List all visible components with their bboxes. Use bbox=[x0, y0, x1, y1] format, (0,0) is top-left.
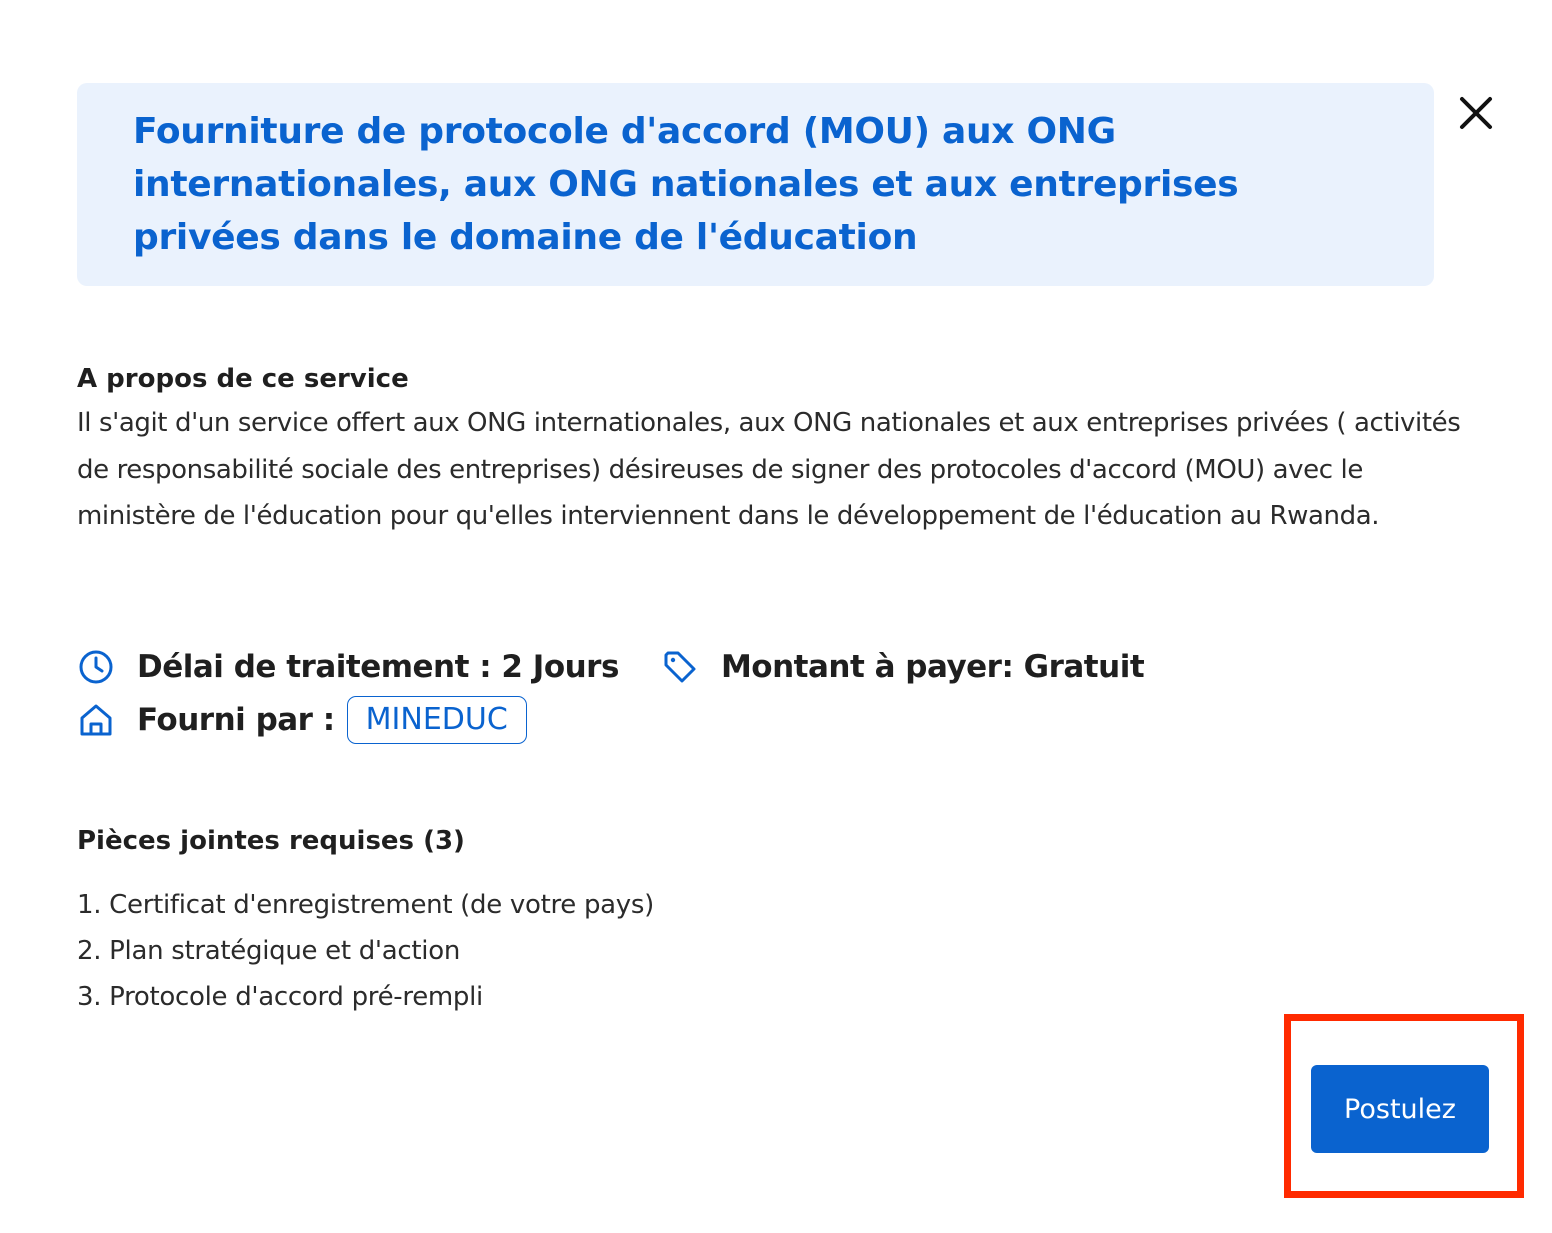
tag-icon bbox=[661, 648, 699, 686]
service-meta-row: Délai de traitement : 2 Jours Montant à … bbox=[77, 641, 1145, 693]
page-title: Fourniture de protocole d'accord (MOU) a… bbox=[133, 111, 1239, 258]
title-banner: Fourniture de protocole d'accord (MOU) a… bbox=[77, 83, 1434, 286]
list-item: 2. Plan stratégique et d'action bbox=[77, 936, 461, 966]
provider-badge[interactable]: MINEDUC bbox=[346, 696, 527, 744]
list-item: 3. Protocole d'accord pré-rempli bbox=[77, 982, 483, 1012]
attachments-heading: Pièces jointes requises (3) bbox=[77, 826, 465, 856]
about-description: Il s'agit d'un service offert aux ONG in… bbox=[77, 408, 1461, 531]
attachments-section: Pièces jointes requises (3) 1. Certifica… bbox=[77, 820, 654, 1020]
home-icon bbox=[77, 701, 115, 739]
about-heading: A propos de ce service bbox=[77, 364, 409, 394]
processing-time: Délai de traitement : 2 Jours bbox=[137, 649, 619, 685]
amount-to-pay: Montant à payer: Gratuit bbox=[720, 649, 1145, 685]
provided-by-label: Fourni par : bbox=[137, 702, 335, 738]
about-section: A propos de ce service Il s'agit d'un se… bbox=[77, 358, 1487, 540]
close-button[interactable] bbox=[1452, 89, 1500, 137]
attachments-list: 1. Certificat d'enregistrement (de votre… bbox=[77, 882, 654, 1020]
amount-group: Montant à payer: Gratuit bbox=[661, 648, 1145, 686]
close-icon bbox=[1460, 97, 1492, 129]
apply-button[interactable]: Postulez bbox=[1311, 1065, 1489, 1153]
list-item: 1. Certificat d'enregistrement (de votre… bbox=[77, 890, 654, 920]
clock-icon bbox=[77, 648, 115, 686]
provider-row: Fourni par : MINEDUC bbox=[77, 693, 527, 747]
